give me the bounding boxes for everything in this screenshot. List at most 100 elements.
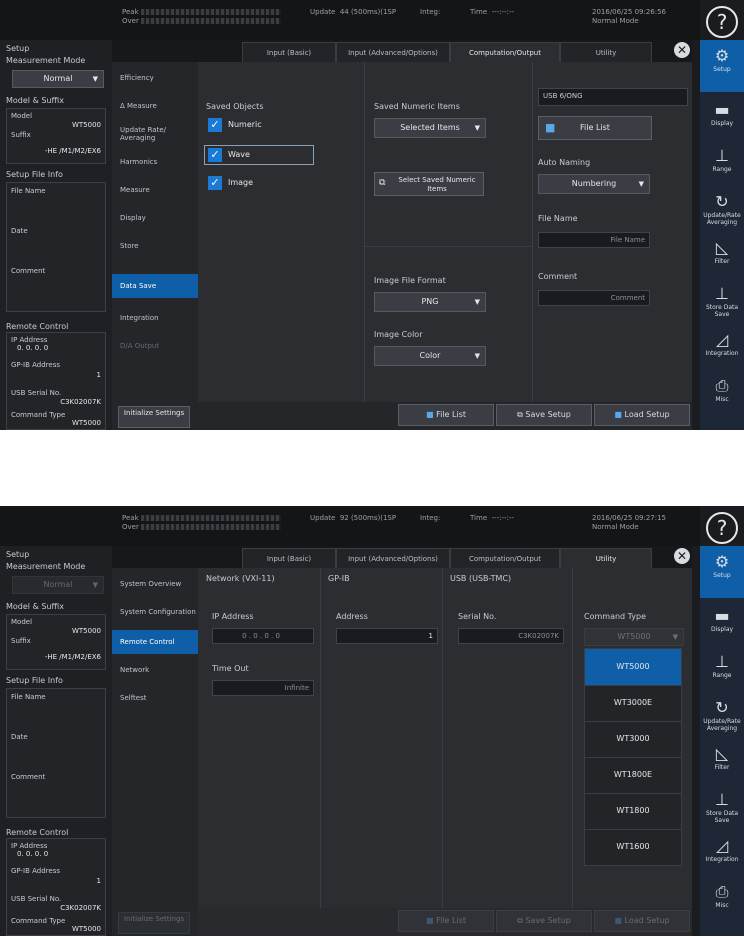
- setup-title: Setup: [6, 44, 30, 53]
- tab-utility[interactable]: Utility: [560, 42, 652, 64]
- toolbar-misc[interactable]: ⎙ Misc: [700, 876, 744, 928]
- time-value: ---:--:--: [491, 8, 514, 16]
- file-name-label: File Name: [538, 214, 578, 223]
- save-setup-button[interactable]: ⧉ Save Setup: [496, 910, 592, 932]
- update-value: 92 (500ms)(1SP: [339, 514, 397, 522]
- image-color-dropdown[interactable]: Color ▼: [374, 346, 486, 366]
- save-path-field[interactable]: USB 6/ONG: [538, 88, 688, 106]
- mode-status: Normal Mode: [592, 17, 639, 25]
- integ-label: Integ:: [420, 8, 441, 16]
- menu-item-system-overview[interactable]: System Overview: [112, 572, 198, 596]
- comment-field[interactable]: Comment: [538, 290, 650, 306]
- tab-input-basic[interactable]: Input (Basic): [242, 42, 336, 64]
- measurement-mode-dropdown[interactable]: Normal ▼: [12, 576, 104, 594]
- menu-item-harmonics[interactable]: Harmonics: [112, 150, 198, 174]
- menu-item-system-configuration[interactable]: System Configuration: [112, 600, 198, 624]
- toolbar-integration[interactable]: ◿ Integration: [700, 324, 744, 376]
- toolbar-setup[interactable]: ⚙ Setup: [700, 546, 744, 598]
- folder-icon: ■: [545, 121, 556, 134]
- integration-icon: ◿: [715, 330, 729, 349]
- status-bar: Peak Over Update 44 (500ms)(1SP Integ: T…: [0, 0, 700, 40]
- menu-item-store[interactable]: Store: [112, 234, 198, 258]
- refresh-icon: ↻: [715, 192, 729, 211]
- load-setup-button[interactable]: ■ Load Setup: [594, 404, 690, 426]
- tab-computation-output[interactable]: Computation/Output: [450, 548, 560, 570]
- menu-item-data-save[interactable]: Data Save: [112, 274, 198, 298]
- command-type-dropdown[interactable]: WT5000 ▼: [584, 628, 684, 646]
- measurement-mode-dropdown[interactable]: Normal ▼: [12, 70, 104, 88]
- peak-indicator: [140, 9, 281, 15]
- printer-icon: ⎙: [715, 882, 729, 901]
- tab-input-advanced[interactable]: Input (Advanced/Options): [336, 42, 450, 64]
- initialize-settings-button[interactable]: Initialize Settings: [118, 912, 190, 934]
- check-icon[interactable]: ✓: [208, 118, 222, 132]
- menu-item-measure[interactable]: Measure: [112, 178, 198, 202]
- tab-input-basic[interactable]: Input (Basic): [242, 548, 336, 570]
- image-color-label: Image Color: [374, 330, 423, 339]
- image-checkbox-label: Image: [228, 178, 254, 187]
- option-wt3000[interactable]: WT3000: [585, 721, 681, 758]
- load-setup-button[interactable]: ■ Load Setup: [594, 910, 690, 932]
- toolbar-display[interactable]: ▬ Display: [700, 600, 744, 652]
- suffix-value: -HE /M1/M2/EX6: [44, 147, 101, 155]
- bottom-file-list-button[interactable]: ■ File List: [398, 404, 494, 426]
- usb-tmc-label: USB (USB-TMC): [450, 574, 512, 583]
- toolbar-range[interactable]: ⊥ Range: [700, 140, 744, 192]
- menu-item-selftest[interactable]: Selftest: [112, 686, 198, 710]
- toolbar-misc[interactable]: ⎙ Misc: [700, 370, 744, 422]
- option-wt1600[interactable]: WT1600: [585, 829, 681, 865]
- toolbar-update-rate[interactable]: ↻ Update/Rate Averaging: [700, 186, 744, 238]
- saved-numeric-items-dropdown[interactable]: Selected Items ▼: [374, 118, 486, 138]
- menu-item-update-rate[interactable]: Update Rate/ Averaging: [112, 122, 198, 146]
- menu-item-efficiency[interactable]: Efficiency: [112, 66, 198, 90]
- close-icon[interactable]: ✕: [674, 548, 690, 564]
- toolbar-filter[interactable]: ◺ Filter: [700, 738, 744, 790]
- side-menu: Efficiency Δ Measure Update Rate/ Averag…: [112, 62, 198, 430]
- timeout-field[interactable]: Infinite: [212, 680, 314, 696]
- toolbar-store[interactable]: ⊥ Store Data Save: [700, 278, 744, 330]
- model-suffix-label: Model & Suffix: [6, 96, 64, 105]
- option-wt1800[interactable]: WT1800: [585, 793, 681, 830]
- select-saved-numeric-items-button[interactable]: ⧉ Select Saved Numeric Items: [374, 172, 484, 196]
- toolbar-range[interactable]: ⊥ Range: [700, 646, 744, 698]
- toolbar-update-rate[interactable]: ↻ Update/Rate Averaging: [700, 692, 744, 744]
- menu-item-network[interactable]: Network: [112, 658, 198, 682]
- file-name-field[interactable]: File Name: [538, 232, 650, 248]
- folder-icon: ■: [614, 410, 622, 419]
- menu-item-integration[interactable]: Integration: [112, 306, 198, 330]
- toolbar-integration[interactable]: ◿ Integration: [700, 830, 744, 882]
- menu-item-remote-control[interactable]: Remote Control: [112, 630, 198, 654]
- saved-numeric-items-label: Saved Numeric Items: [374, 102, 460, 111]
- check-icon[interactable]: ✓: [208, 176, 222, 190]
- image-file-format-dropdown[interactable]: PNG ▼: [374, 292, 486, 312]
- chevron-down-icon: ▼: [92, 581, 98, 589]
- toolbar-setup[interactable]: ⚙ Setup: [700, 40, 744, 92]
- initialize-settings-button[interactable]: Initialize Settings: [118, 406, 190, 428]
- measurement-mode-label: Measurement Mode: [6, 56, 86, 65]
- ip-address-field[interactable]: 0 . 0 . 0 . 0: [212, 628, 314, 644]
- option-wt3000e[interactable]: WT3000E: [585, 685, 681, 722]
- option-wt1800e[interactable]: WT1800E: [585, 757, 681, 794]
- file-list-button[interactable]: ■ File List: [538, 116, 652, 140]
- serial-no-field[interactable]: C3K02007K: [458, 628, 564, 644]
- help-icon[interactable]: ?: [706, 6, 738, 38]
- menu-item-delta-measure[interactable]: Δ Measure: [112, 94, 198, 118]
- check-icon[interactable]: ✓: [208, 148, 222, 162]
- integration-icon: ◿: [715, 836, 729, 855]
- menu-item-da-output[interactable]: D/A Output: [112, 334, 198, 358]
- gpib-address-field[interactable]: 1: [336, 628, 438, 644]
- left-info-panel: Setup Measurement Mode Normal ▼ Model & S…: [0, 40, 112, 430]
- tab-computation-output[interactable]: Computation/Output: [450, 42, 560, 64]
- toolbar-store[interactable]: ⊥ Store Data Save: [700, 784, 744, 836]
- tab-input-advanced[interactable]: Input (Advanced/Options): [336, 548, 450, 570]
- tab-utility[interactable]: Utility: [560, 548, 652, 570]
- close-icon[interactable]: ✕: [674, 42, 690, 58]
- option-wt5000[interactable]: WT5000: [585, 649, 681, 686]
- toolbar-display[interactable]: ▬ Display: [700, 94, 744, 146]
- menu-item-display[interactable]: Display: [112, 206, 198, 230]
- save-setup-button[interactable]: ⧉ Save Setup: [496, 404, 592, 426]
- auto-naming-dropdown[interactable]: Numbering ▼: [538, 174, 650, 194]
- toolbar-filter[interactable]: ◺ Filter: [700, 232, 744, 284]
- bottom-file-list-button[interactable]: ■ File List: [398, 910, 494, 932]
- help-icon[interactable]: ?: [706, 512, 738, 544]
